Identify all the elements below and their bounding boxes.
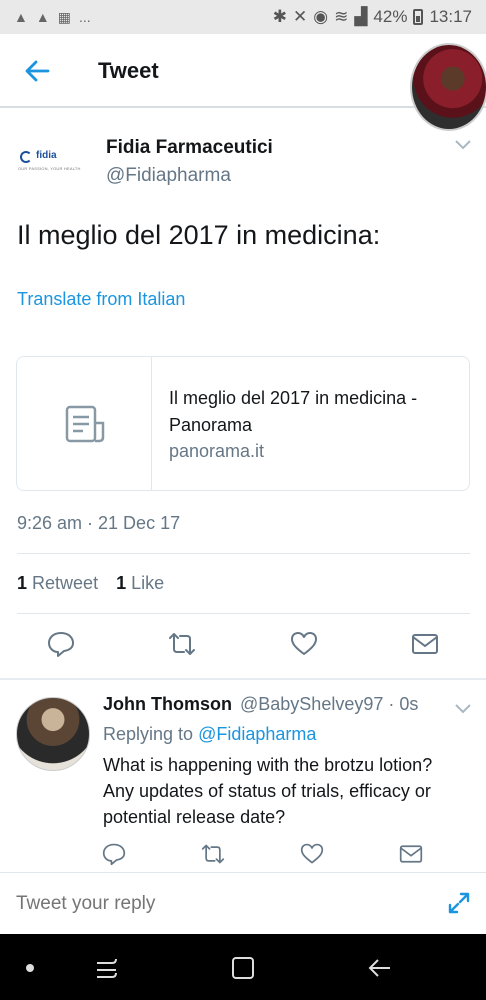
home-icon[interactable] [228, 953, 258, 983]
retweet-icon[interactable] [201, 842, 225, 866]
link-card[interactable]: Il meglio del 2017 in medicina - Panoram… [16, 356, 470, 491]
divider [17, 553, 470, 554]
divider [17, 613, 470, 614]
author-avatar[interactable]: fidia OUR PASSION, YOUR HEALTH [18, 146, 90, 176]
translate-link[interactable]: Translate from Italian [17, 289, 185, 310]
status-bar: ▲ ▲ ▦ ... ✱ ✕ ◉ ≋ ▟ 42% 13:17 [0, 0, 486, 34]
direct-message-icon[interactable] [399, 842, 423, 866]
logo-tagline: OUR PASSION, YOUR HEALTH [18, 166, 81, 171]
likes-label: Like [131, 573, 165, 593]
likes-stat[interactable]: 1 Like [116, 573, 164, 594]
recent-apps-icon[interactable] [92, 953, 122, 983]
reply-text: What is happening with the brotzu lotion… [103, 755, 433, 827]
document-icon [65, 405, 105, 443]
likes-count: 1 [116, 573, 127, 593]
reply-composer [0, 872, 486, 934]
section-divider [0, 678, 486, 680]
more-notifications: ... [78, 9, 91, 25]
reply-actions [0, 842, 486, 870]
qr-code-icon: ▦ [57, 8, 71, 25]
author-name[interactable]: Fidia Farmaceutici [106, 137, 273, 159]
tweet-timestamp: 9:26 am · 21 Dec 17 [17, 513, 181, 533]
user-avatar[interactable] [410, 43, 486, 131]
reply-input[interactable] [16, 893, 416, 915]
tweet-text: Il meglio del 2017 in medicina: [17, 220, 381, 250]
logo-brand-name: fidia [36, 150, 57, 161]
nav-dot-icon [26, 964, 34, 972]
card-thumbnail [17, 357, 152, 490]
retweets-label: Retweet [32, 573, 99, 593]
like-heart-icon[interactable] [300, 842, 324, 866]
battery-level: 42% [373, 7, 408, 26]
replying-prefix: Replying to [103, 724, 194, 744]
author-handle[interactable]: @Fidiapharma [106, 165, 231, 187]
upload-icon: ▲ [35, 9, 50, 25]
upload-icon: ▲ [14, 9, 28, 25]
replying-to: Replying to @Fidiapharma [103, 724, 316, 745]
card-domain: panorama.it [169, 441, 265, 461]
chevron-down-icon[interactable] [453, 138, 473, 152]
reply-author-name[interactable]: John Thomson [103, 694, 232, 715]
tweet-actions [0, 630, 486, 664]
tweet-stats: 1 Retweet 1 Like [17, 573, 164, 594]
replying-handle-link[interactable]: @Fidiapharma [198, 724, 316, 744]
back-arrow-icon[interactable] [22, 56, 52, 86]
notification-area: ▲ ▲ ▦ ... [14, 9, 91, 26]
signal-icon: ▟ [354, 7, 368, 26]
fidia-logo-icon [20, 151, 32, 163]
reply-author-avatar[interactable] [16, 697, 90, 771]
retweet-icon[interactable] [168, 630, 196, 658]
chevron-down-icon[interactable] [453, 702, 473, 716]
mute-icon: ✕ [293, 7, 308, 26]
like-heart-icon[interactable] [290, 630, 318, 658]
app-bar: Tweet [0, 34, 486, 131]
battery-icon [413, 9, 424, 25]
page-title: Tweet [98, 58, 159, 83]
system-nav-bar [0, 934, 486, 1000]
bluetooth-icon: ✱ [272, 7, 287, 26]
direct-message-icon[interactable] [411, 630, 439, 658]
expand-icon[interactable] [447, 891, 471, 915]
back-icon[interactable] [364, 953, 394, 983]
alarm-icon: ◉ [313, 7, 329, 26]
clock: 13:17 [429, 7, 472, 26]
retweets-stat[interactable]: 1 Retweet [17, 573, 98, 594]
reply-icon[interactable] [102, 842, 126, 866]
reply-icon[interactable] [47, 630, 75, 658]
reply-author-meta: @BabyShelvey97 · 0s [240, 694, 419, 714]
card-title: Il meglio del 2017 in medicina - Panoram… [169, 388, 418, 435]
wifi-icon: ≋ [334, 7, 349, 26]
retweets-count: 1 [17, 573, 28, 593]
